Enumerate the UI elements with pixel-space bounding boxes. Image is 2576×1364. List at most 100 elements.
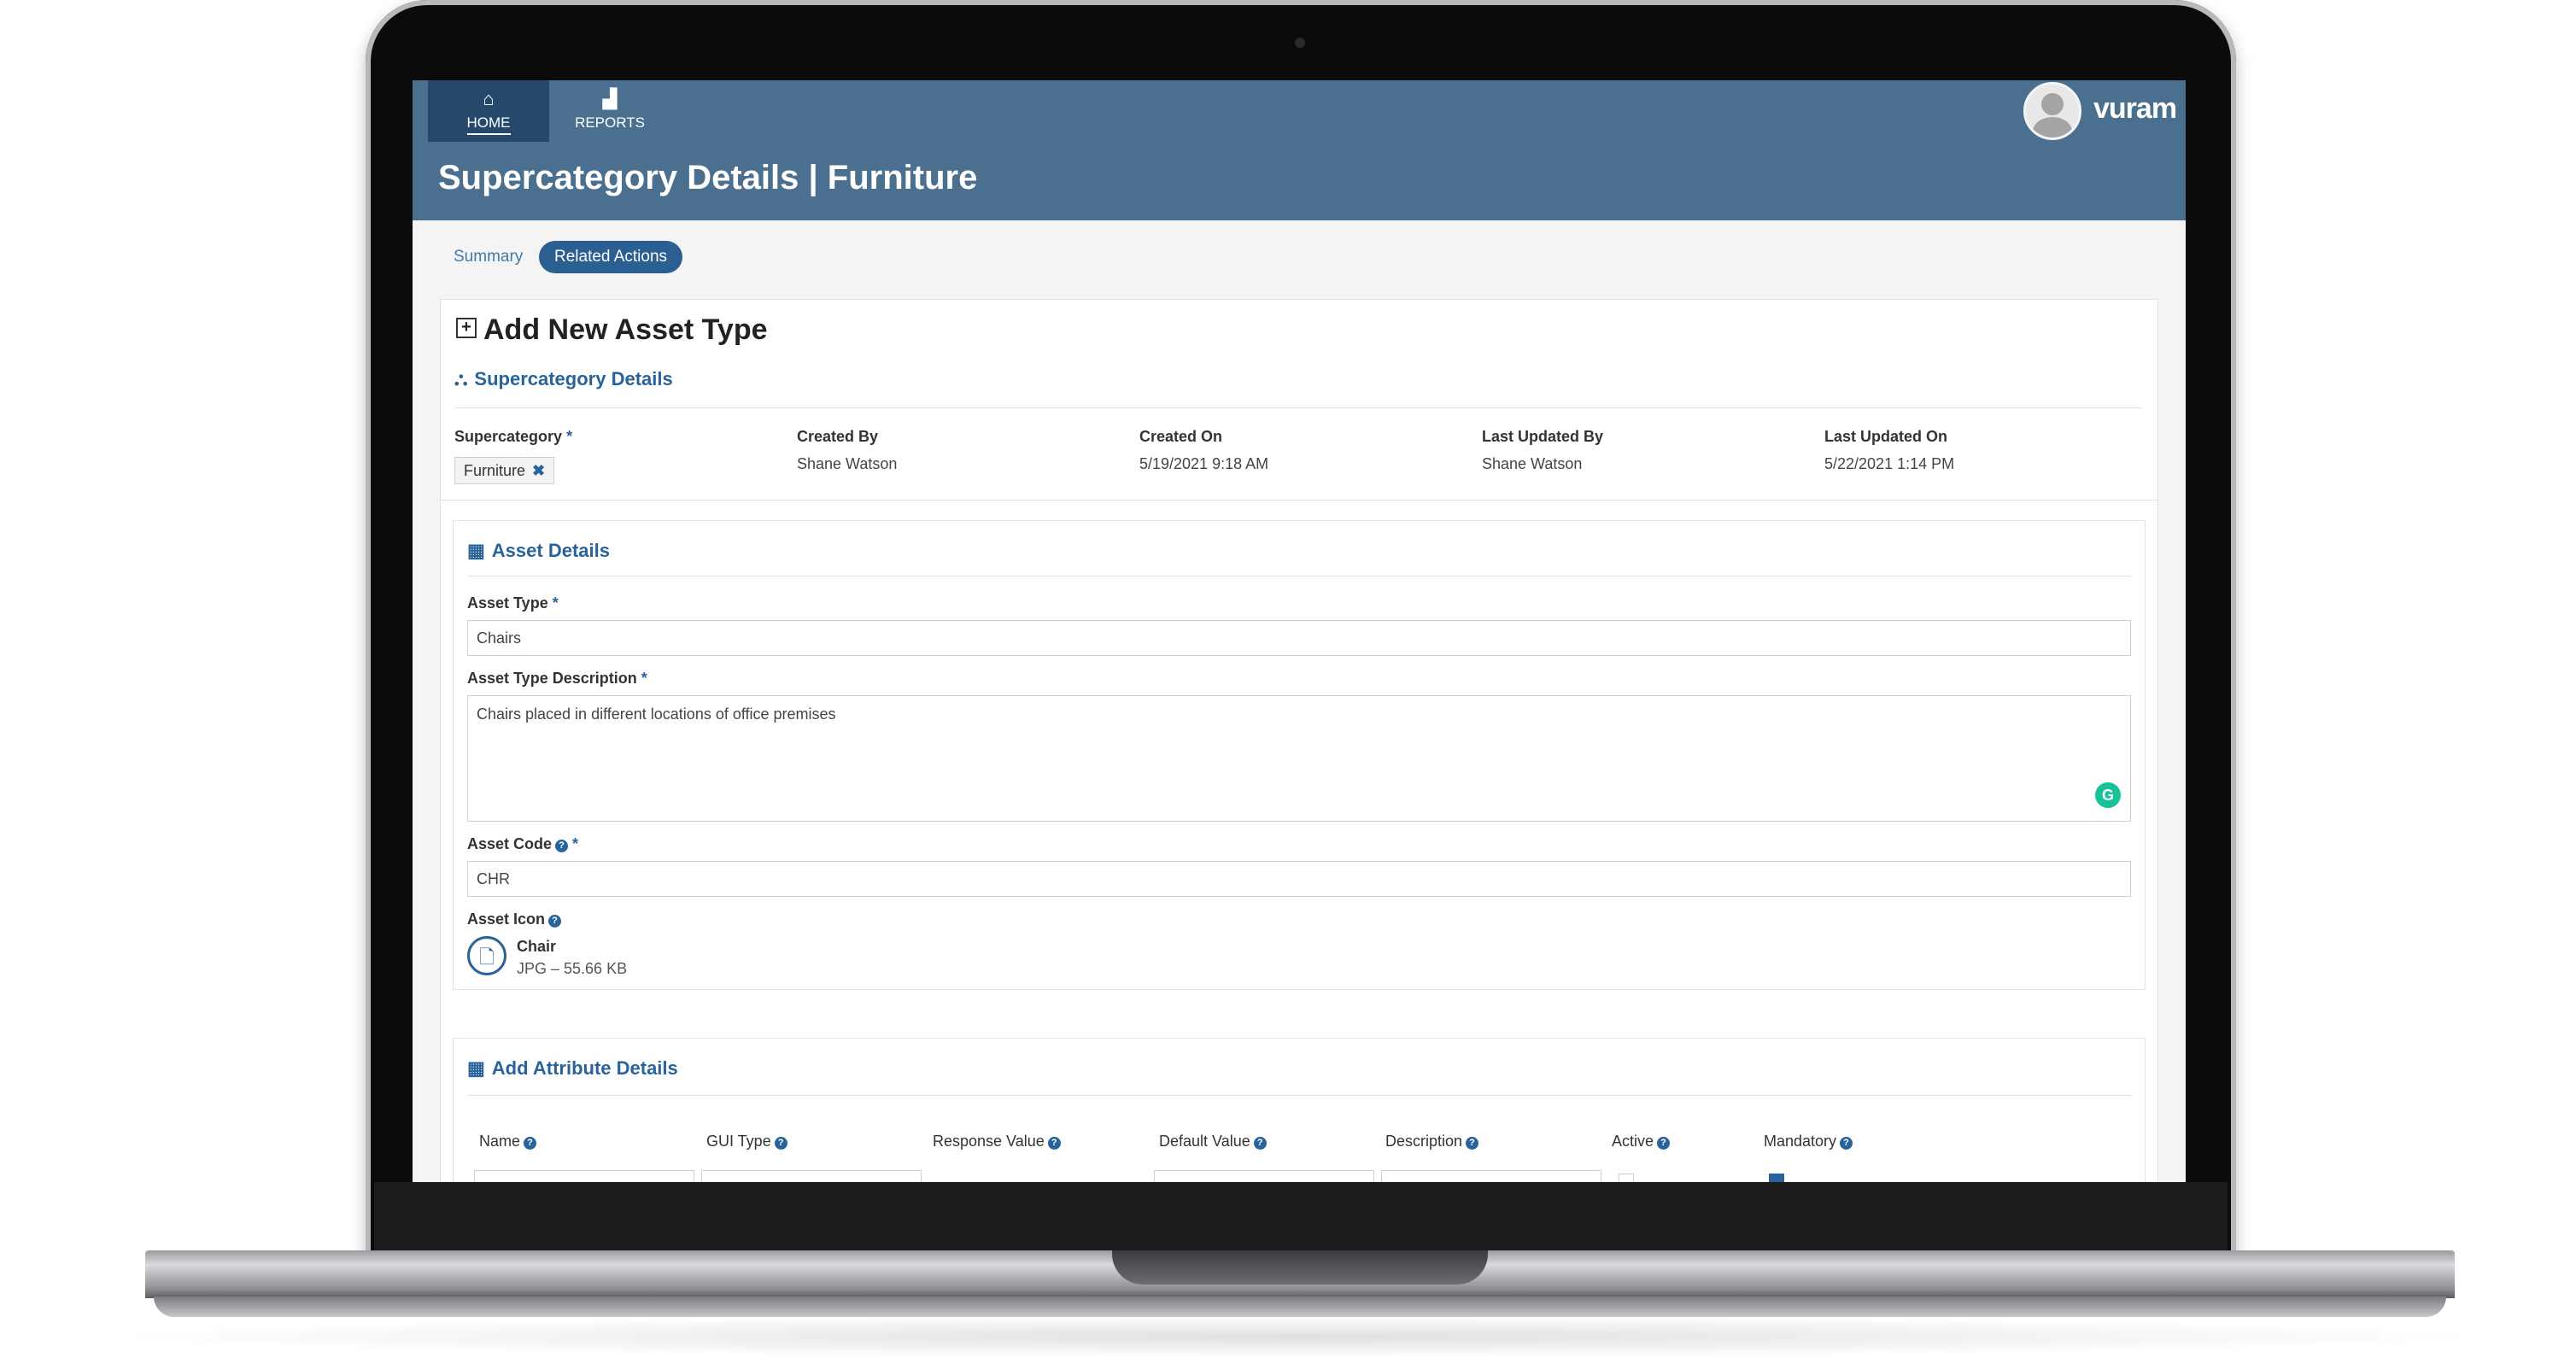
created-on-label: Created On	[1139, 428, 1223, 445]
divider	[467, 576, 2131, 577]
created-by-value: Shane Watson	[797, 455, 898, 472]
chart-icon: ▟	[602, 88, 618, 109]
attribute-name-input[interactable]	[474, 1170, 694, 1182]
asset-type-description-label: Asset Type Description *	[467, 670, 647, 688]
file-name[interactable]: Chair	[517, 938, 556, 956]
help-icon[interactable]: ?	[1047, 1137, 1061, 1150]
expand-plus-icon[interactable]: +	[456, 318, 477, 339]
asset-details-panel: ▦ Asset Details Asset Type * Chairs Asset…	[453, 520, 2146, 990]
last-updated-on-label: Last Updated On	[1824, 428, 1948, 445]
help-icon[interactable]: ?	[555, 840, 569, 852]
asset-icon-label-text: Asset Icon	[467, 910, 546, 928]
asset-icon-label: Asset Icon?	[467, 910, 562, 928]
app-screen: ⌂ HOME ▟ REPORTS Supercategory Details |…	[413, 80, 2186, 1182]
page-title: Supercategory Details | Furniture	[438, 159, 978, 196]
column-header-default-value-text: Default Value	[1159, 1133, 1250, 1150]
brand-logo: vuram	[2093, 92, 2177, 125]
grid-icon: ▦	[467, 540, 485, 561]
supercategory-label: Supercategory *	[454, 428, 572, 446]
divider	[454, 407, 2142, 408]
required-mark: *	[572, 835, 579, 852]
supercategory-tag: Furniture ✖	[454, 457, 555, 484]
column-header-gui-type: GUI Type?	[706, 1133, 787, 1150]
last-updated-by-label: Last Updated By	[1482, 428, 1604, 445]
supercategory-tag-text: Furniture	[464, 462, 526, 479]
remove-tag-icon[interactable]: ✖	[532, 462, 545, 479]
asset-type-description-label-text: Asset Type Description	[467, 670, 637, 687]
required-mark: *	[552, 594, 559, 612]
column-header-response-value: Response Value?	[933, 1133, 1061, 1150]
asset-type-description-textarea[interactable]: Chairs placed in different locations of …	[467, 695, 2131, 822]
attribute-details-title: ▦ Add Attribute Details	[467, 1057, 678, 1080]
asset-type-input[interactable]: Chairs	[467, 620, 2131, 656]
user-avatar[interactable]	[2023, 82, 2081, 140]
laptop-base-bottom	[154, 1297, 2446, 1317]
divider	[441, 500, 2157, 501]
column-header-description-text: Description	[1385, 1133, 1463, 1150]
asset-type-label: Asset Type *	[467, 594, 559, 612]
column-header-description: Description?	[1385, 1133, 1479, 1150]
created-by-label: Created By	[797, 428, 879, 445]
asset-details-label: Asset Details	[491, 540, 610, 561]
attribute-description-input[interactable]	[1381, 1170, 1601, 1182]
column-header-mandatory-text: Mandatory	[1764, 1133, 1837, 1150]
help-icon[interactable]: ?	[524, 1137, 537, 1150]
help-icon[interactable]: ?	[1253, 1137, 1267, 1150]
help-icon[interactable]: ?	[1657, 1137, 1671, 1150]
last-updated-on-value: 5/22/2021 1:14 PM	[1824, 455, 1955, 472]
file-meta: JPG – 55.66 KB	[517, 960, 628, 977]
active-checkbox[interactable]	[1619, 1174, 1634, 1182]
card-title-text: Add New Asset Type	[483, 313, 768, 346]
help-icon[interactable]: ?	[774, 1137, 787, 1150]
tab-summary[interactable]: Summary	[454, 248, 523, 266]
home-icon: ⌂	[483, 88, 495, 109]
supercategory-label-text: Supercategory	[454, 428, 563, 445]
grid-icon: ▦	[467, 1057, 485, 1079]
asset-type-label-text: Asset Type	[467, 594, 548, 612]
file-icon[interactable]: 🗋	[467, 936, 506, 975]
grammarly-icon[interactable]: G	[2095, 782, 2121, 808]
help-icon[interactable]: ?	[548, 915, 562, 928]
attribute-gui-type-select[interactable]	[701, 1170, 922, 1182]
app-header: ⌂ HOME ▟ REPORTS Supercategory Details |…	[413, 80, 2186, 220]
webcam	[1295, 38, 1305, 48]
last-updated-by-value: Shane Watson	[1482, 455, 1583, 472]
add-asset-type-card: + Add New Asset Type ⛬ Supercategory Detai…	[440, 299, 2158, 1182]
laptop-notch	[1112, 1250, 1488, 1285]
column-header-mandatory: Mandatory?	[1764, 1133, 1853, 1150]
supercategory-section-title: ⛬ Supercategory Details	[454, 368, 673, 390]
hierarchy-icon: ⛬	[454, 368, 468, 389]
avatar-head-shape	[2041, 93, 2064, 115]
column-header-name: Name?	[479, 1133, 537, 1150]
required-mark: *	[641, 670, 647, 687]
help-icon[interactable]: ?	[1466, 1137, 1479, 1150]
column-header-gui-type-text: GUI Type	[706, 1133, 771, 1150]
nav-home[interactable]: ⌂ HOME	[428, 80, 549, 142]
divider	[467, 1095, 2131, 1096]
column-header-response-value-text: Response Value	[933, 1133, 1045, 1150]
column-header-active: Active?	[1612, 1133, 1671, 1150]
column-header-name-text: Name	[479, 1133, 521, 1150]
mandatory-checkbox[interactable]	[1769, 1174, 1784, 1182]
nav-home-label: HOME	[466, 114, 511, 135]
help-icon[interactable]: ?	[1840, 1137, 1853, 1150]
attribute-default-value-input[interactable]	[1154, 1170, 1374, 1182]
column-header-active-text: Active	[1612, 1133, 1654, 1150]
supercategory-section-label: Supercategory Details	[474, 368, 673, 389]
asset-code-input[interactable]: CHR	[467, 861, 2131, 897]
column-header-default-value: Default Value?	[1159, 1133, 1267, 1150]
attribute-details-panel: ▦ Add Attribute Details Name? GUI Type? R…	[453, 1038, 2146, 1182]
attribute-details-label: Add Attribute Details	[491, 1057, 678, 1079]
laptop-chin	[374, 1182, 2228, 1261]
card-title: + Add New Asset Type	[456, 313, 768, 347]
asset-code-label-text: Asset Code	[467, 835, 553, 852]
nav-reports-label: REPORTS	[575, 114, 645, 131]
required-mark: *	[566, 428, 573, 445]
tab-related-actions[interactable]: Related Actions	[539, 241, 683, 273]
asset-details-title: ▦ Asset Details	[467, 540, 610, 562]
asset-code-label: Asset Code? *	[467, 835, 578, 853]
avatar-body-shape	[2033, 117, 2072, 138]
created-on-value: 5/19/2021 9:18 AM	[1139, 455, 1269, 472]
laptop-shadow	[102, 1315, 2494, 1358]
nav-reports[interactable]: ▟ REPORTS	[549, 80, 670, 142]
